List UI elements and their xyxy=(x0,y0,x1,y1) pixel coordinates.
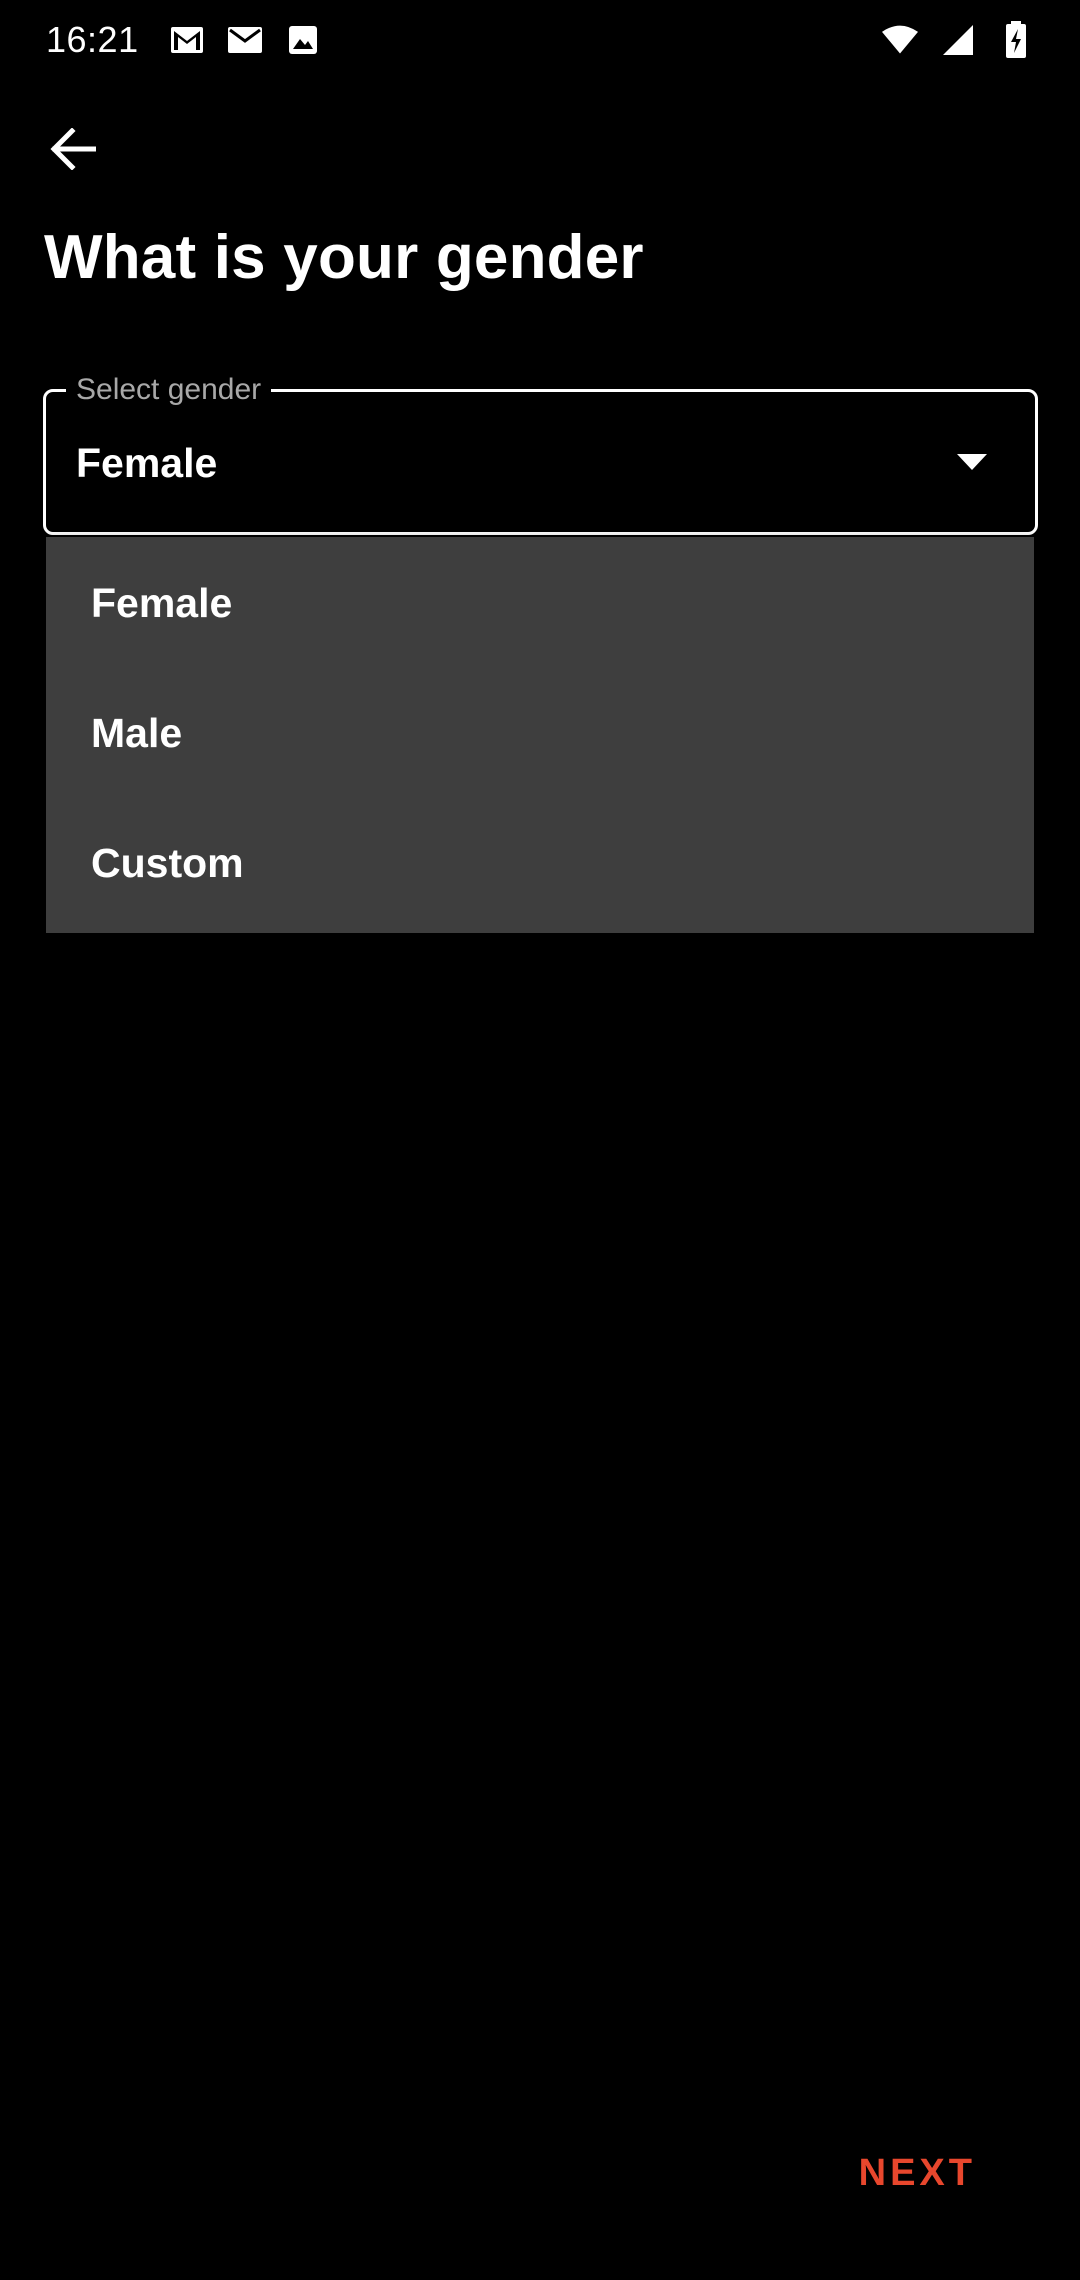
gmail-icon xyxy=(169,22,205,58)
battery-charging-icon xyxy=(998,21,1034,58)
menu-item-custom[interactable]: Custom xyxy=(46,798,1034,928)
mail-icon xyxy=(227,22,263,58)
select-value: Female xyxy=(76,440,218,486)
next-button[interactable]: NEXT xyxy=(859,2152,976,2195)
back-button[interactable] xyxy=(40,116,106,182)
dropdown-arrow-icon xyxy=(957,454,987,470)
status-bar: 16:21 xyxy=(0,0,1080,80)
status-right xyxy=(882,21,1034,58)
select-label: Select gender xyxy=(66,372,272,408)
signal-icon xyxy=(940,22,976,58)
status-time: 16:21 xyxy=(46,19,139,60)
page-title: What is your gender xyxy=(44,223,644,292)
menu-item-male[interactable]: Male xyxy=(46,668,1034,798)
gender-select[interactable]: Select gender Female xyxy=(43,372,1038,535)
arrow-back-icon xyxy=(50,128,96,170)
image-icon xyxy=(285,22,321,58)
screen: 16:21 What is your gender Select gender … xyxy=(0,0,1080,2280)
status-left: 16:21 xyxy=(46,19,321,61)
gender-dropdown-menu: Female Male Custom xyxy=(46,537,1034,933)
wifi-icon xyxy=(882,22,918,58)
menu-item-female[interactable]: Female xyxy=(46,538,1034,668)
